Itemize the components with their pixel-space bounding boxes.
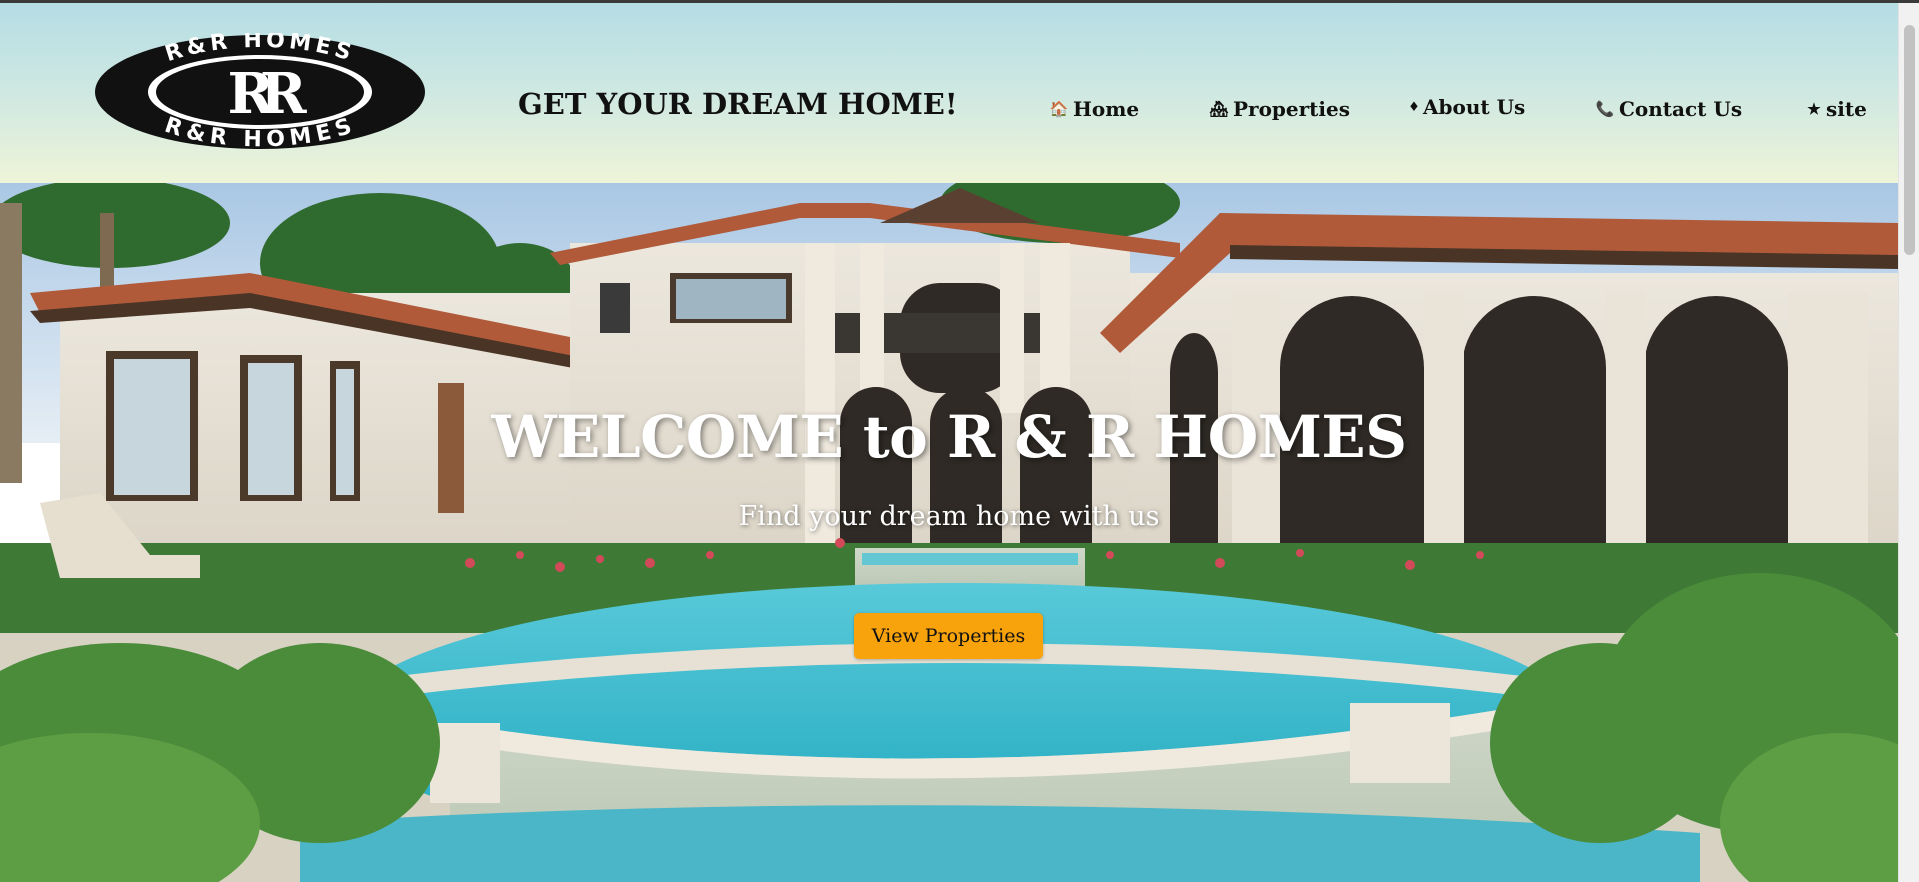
scrollbar-thumb[interactable] xyxy=(1904,25,1915,255)
hero-title: WELCOME to R & R HOMES xyxy=(491,403,1407,471)
site-tagline: GET YOUR DREAM HOME! xyxy=(518,87,958,121)
nav-about-us-label: About Us xyxy=(1423,95,1526,119)
nav-contact-us-label: Contact Us xyxy=(1619,97,1743,121)
buildings-icon: 🏘 xyxy=(1209,100,1229,118)
star-icon: ★ xyxy=(1807,100,1821,118)
site-header: R&R HOMES R&R HOMES RR GET YOUR DREAM HO… xyxy=(0,3,1898,183)
rr-homes-logo[interactable]: R&R HOMES R&R HOMES RR xyxy=(92,33,428,151)
villa-pool-photo xyxy=(0,183,1898,882)
nav-home[interactable]: 🏠 Home xyxy=(1047,97,1139,121)
nav-home-label: Home xyxy=(1073,97,1140,121)
view-properties-button[interactable]: View Properties xyxy=(854,613,1043,659)
phone-icon: 📞 xyxy=(1595,100,1615,118)
nav-properties[interactable]: 🏘 Properties xyxy=(1207,97,1350,121)
nav-properties-label: Properties xyxy=(1233,97,1350,121)
page-scrollbar[interactable] xyxy=(1898,3,1919,882)
nav-contact-us[interactable]: 📞 Contact Us xyxy=(1593,97,1742,121)
nav-site[interactable]: ★ site xyxy=(1804,97,1867,121)
diamond-icon: ♦ xyxy=(1408,99,1420,115)
nav-site-label: site xyxy=(1826,97,1867,121)
nav-about-us[interactable]: ♦ About Us xyxy=(1407,95,1525,119)
house-icon: 🏠 xyxy=(1049,100,1069,118)
hero-banner: WELCOME to R & R HOMES Find your dream h… xyxy=(0,183,1898,882)
hero-subtitle: Find your dream home with us xyxy=(738,501,1160,532)
